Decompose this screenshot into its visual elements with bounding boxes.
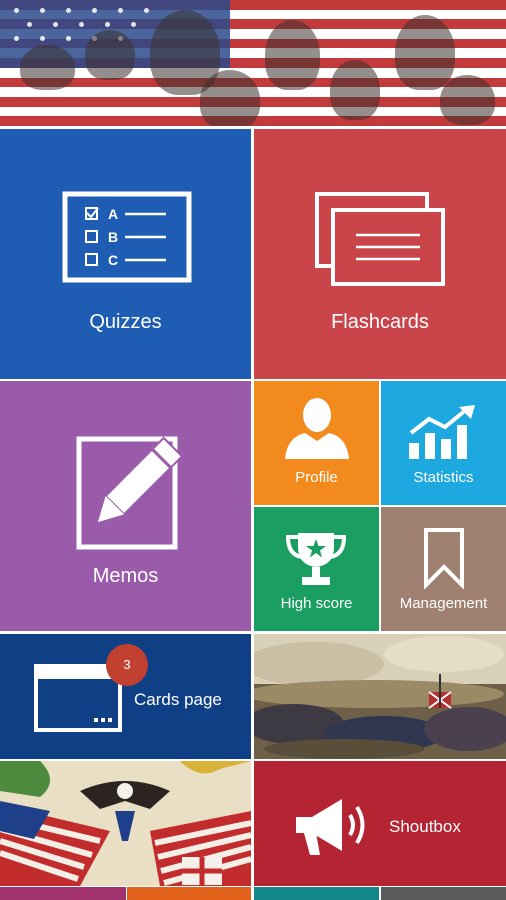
quiz-option-c: C <box>108 252 118 268</box>
high-score-label: High score <box>280 595 353 612</box>
pencil-note-icon <box>76 436 182 550</box>
quiz-option-b: B <box>108 229 118 245</box>
quizzes-label: Quizzes <box>89 311 162 333</box>
memos-label: Memos <box>92 565 159 587</box>
partial-tile-strip <box>254 887 379 900</box>
partial-tile-strip <box>0 887 126 900</box>
profile-label: Profile <box>295 469 338 486</box>
partial-tile-strip <box>127 887 251 900</box>
flashcards-icon <box>315 192 445 286</box>
memos-tile[interactable]: Memos <box>0 381 251 631</box>
bar-chart-icon <box>409 405 475 459</box>
civil-war-battle-painting-image[interactable] <box>254 634 506 759</box>
high-score-tile[interactable]: High score <box>254 507 379 631</box>
flashcards-label: Flashcards <box>331 311 429 333</box>
bookmark-icon <box>424 528 464 589</box>
shoutbox-label: Shoutbox <box>389 817 461 836</box>
notification-badge: 3 <box>106 644 148 686</box>
shoutbox-tile[interactable]: Shoutbox <box>254 761 506 886</box>
partial-tile-strip <box>381 887 506 900</box>
cards-page-label: Cards page <box>134 690 222 709</box>
statistics-label: Statistics <box>413 469 474 486</box>
eagle-flags-poster-image[interactable] <box>0 761 251 886</box>
quiz-option-a: A <box>108 206 118 222</box>
profile-tile[interactable]: Profile <box>254 381 379 505</box>
management-label: Management <box>399 595 488 612</box>
quizzes-tile[interactable]: A B C Quizzes <box>0 129 251 379</box>
flashcards-tile[interactable]: Flashcards <box>254 129 506 379</box>
user-silhouette-icon <box>285 398 349 459</box>
statistics-tile[interactable]: Statistics <box>381 381 506 505</box>
megaphone-icon <box>296 799 365 855</box>
quiz-checklist-icon: A B C <box>62 191 192 283</box>
trophy-icon <box>285 533 347 585</box>
header-banner-image <box>0 0 506 126</box>
management-tile[interactable]: Management <box>381 507 506 631</box>
cards-page-tile[interactable]: 3 Cards page <box>0 634 251 759</box>
